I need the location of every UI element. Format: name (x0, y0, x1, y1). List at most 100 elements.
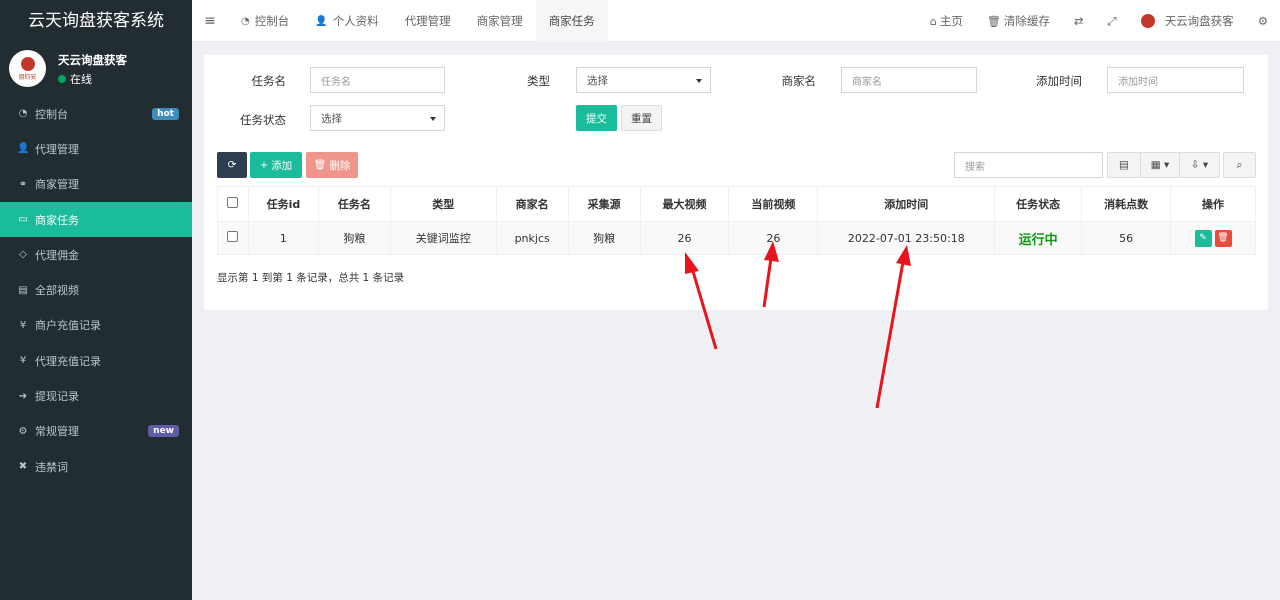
toggle-view-button[interactable]: ▤ (1107, 152, 1141, 178)
sidebar-item-label: 代理管理 (35, 142, 79, 156)
columns-icon: ▦ ▾ (1150, 159, 1170, 171)
add-button[interactable]: + 添加 (250, 152, 302, 178)
time-input[interactable]: 添加时间 (1107, 67, 1244, 93)
trash-icon: 🗑 (986, 14, 1001, 28)
user-status: 在线 (58, 71, 92, 87)
delete-label: 删除 (329, 159, 351, 172)
sidebar-item-all-videos[interactable]: ▤ 全部视频 (0, 272, 192, 307)
dashboard-icon: ◔ (241, 15, 250, 27)
tab-label: 控制台 (254, 14, 290, 28)
user-name: 天云询盘获客 (58, 53, 127, 67)
edit-icon[interactable]: ✎ (1194, 229, 1212, 247)
task-name-input[interactable]: 任务名 (310, 67, 445, 93)
select-all-header[interactable] (217, 186, 249, 222)
sidebar-item-withdrawals[interactable]: ➔ 提现记录 (0, 378, 192, 413)
select-all-checkbox[interactable] (227, 197, 239, 208)
sidebar-item-merchant-tasks[interactable]: ▭ 商家任务 (0, 201, 192, 238)
logo-icon (20, 56, 35, 71)
cell-source: 狗粮 (567, 221, 641, 255)
sidebar-item-agent-commission[interactable]: ◇ 代理佣金 (0, 237, 192, 272)
sidebar-item-label: 商家管理 (35, 178, 79, 192)
cell-max-video: 26 (639, 221, 730, 255)
sidebar-item-agent-management[interactable]: 👤 代理管理 (0, 131, 192, 166)
card-icon: ▭ (18, 214, 28, 226)
list-icon: ▤ (1119, 159, 1129, 171)
column-header[interactable]: 添加时间 (817, 186, 996, 222)
status-select[interactable]: 选择 (310, 105, 445, 131)
sidebar-item-general-settings[interactable]: ⚙ 常规管理 new (0, 414, 192, 449)
type-select-value: 选择 (587, 74, 608, 87)
merchant-input[interactable]: 商家名 (841, 67, 977, 93)
sidebar-menu: ◔ 控制台 hot 👤 代理管理 ⚭ 商家管理 ▭ 商家任务 ◇ 代理佣金 ▤ 全部视频 ¥ 商… (0, 96, 192, 484)
sidebar-item-merchant-management[interactable]: ⚭ 商家管理 (0, 167, 192, 202)
sidebar-item-label: 常规管理 (35, 425, 79, 439)
sidebar-item-label: 违禁词 (35, 460, 68, 474)
tab-agent-management[interactable]: 代理管理 (392, 0, 464, 42)
diamond-icon: ◇ (19, 249, 27, 261)
translate-icon[interactable]: ⇄ (1062, 14, 1096, 28)
home-label: 主页 (939, 14, 963, 28)
sidebar-item-merchant-recharge[interactable]: ¥ 商户充值记录 (0, 308, 192, 343)
home-icon: ⌂ (929, 14, 937, 28)
sign-in-icon: ➔ (18, 390, 28, 402)
app-title[interactable]: 云天询盘获客系统 (0, 0, 192, 42)
export-icon: ⇩ ▾ (1190, 159, 1209, 171)
tab-dashboard[interactable]: ◔ 控制台 (228, 0, 302, 42)
search-icon: ⌕ (1236, 158, 1243, 171)
plus-icon: + (259, 159, 269, 171)
row-checkbox[interactable] (227, 231, 239, 242)
tab-merchant-tasks[interactable]: 商家任务 (535, 0, 608, 42)
cell-points: 56 (1081, 221, 1172, 255)
sidebar-item-agent-recharge[interactable]: ¥ 代理充值记录 (0, 343, 192, 378)
column-header[interactable]: 最大视频 (639, 186, 730, 222)
sidebar-item-label: 代理充值记录 (35, 354, 101, 368)
sidebar-item-label: 控制台 (35, 107, 68, 121)
column-header[interactable]: 任务名 (317, 186, 391, 222)
delete-button[interactable]: 🗑 删除 (306, 152, 358, 178)
type-select[interactable]: 选择 (576, 67, 711, 93)
column-header[interactable]: 采集源 (567, 186, 641, 222)
home-link[interactable]: ⌂ 主页 (918, 13, 975, 29)
status-select-value: 选择 (321, 112, 342, 125)
column-header[interactable]: 任务状态 (994, 186, 1083, 222)
cell-type: 关键词监控 (389, 221, 497, 255)
table-row[interactable]: 1 狗粮 关键词监控 pnkjcs 狗粮 26 26 2022-07-01 23… (217, 221, 1256, 255)
tab-label: 商家任务 (548, 14, 595, 28)
search-button[interactable]: ⌕ (1223, 152, 1256, 178)
settings-icon[interactable]: ⚙ (1246, 14, 1280, 28)
column-header[interactable]: 商家名 (495, 186, 569, 222)
sidebar-item-dashboard[interactable]: ◔ 控制台 hot (0, 96, 192, 131)
fullscreen-icon[interactable]: ⤢ (1095, 14, 1128, 29)
column-header[interactable]: 消耗点数 (1081, 186, 1172, 222)
yen-icon: ¥ (19, 319, 27, 331)
row-checkbox-cell[interactable] (217, 221, 249, 255)
time-label: 添加时间 (1036, 74, 1082, 88)
search-input[interactable]: 搜索 (954, 152, 1103, 178)
user-status-label: 在线 (70, 73, 92, 86)
submit-button[interactable]: 提交 (576, 105, 617, 131)
export-button[interactable]: ⇩ ▾ (1179, 152, 1220, 178)
clear-cache-link[interactable]: 🗑 清除缓存 (975, 13, 1062, 29)
sidebar-item-label: 商户充值记录 (35, 319, 101, 333)
menu-toggle-icon[interactable]: ≡ (192, 13, 228, 29)
task-panel: 任务名 任务名 类型 选择 商家名 商家名 添加时间 添加时间 任务状态 选择 … (204, 55, 1268, 310)
tab-profile[interactable]: 👤 个人资料 (302, 0, 391, 42)
reset-button[interactable]: 重置 (621, 105, 662, 131)
chevron-down-icon (430, 117, 436, 121)
tab-merchant-management[interactable]: 商家管理 (464, 0, 536, 42)
trash-icon[interactable]: 🗑 (1214, 229, 1232, 247)
dashboard-icon: ◔ (18, 108, 28, 120)
column-header[interactable]: 当前视频 (728, 186, 819, 222)
file-icon: ▤ (18, 284, 28, 296)
account-menu[interactable]: 天云询盘获客 (1129, 13, 1246, 29)
column-header[interactable]: 类型 (389, 186, 497, 222)
column-header[interactable]: 任务id (247, 186, 319, 222)
refresh-button[interactable]: ⟳ (217, 152, 247, 178)
refresh-icon: ⟳ (227, 159, 237, 171)
new-badge: new (148, 425, 179, 438)
status-badge: 运行中 (1018, 232, 1058, 248)
sidebar-item-label: 提现记录 (35, 390, 79, 404)
sidebar-item-banned-words[interactable]: ✖ 违禁词 (0, 449, 192, 484)
cell-current-video: 26 (728, 221, 819, 255)
columns-button[interactable]: ▦ ▾ (1140, 152, 1180, 178)
